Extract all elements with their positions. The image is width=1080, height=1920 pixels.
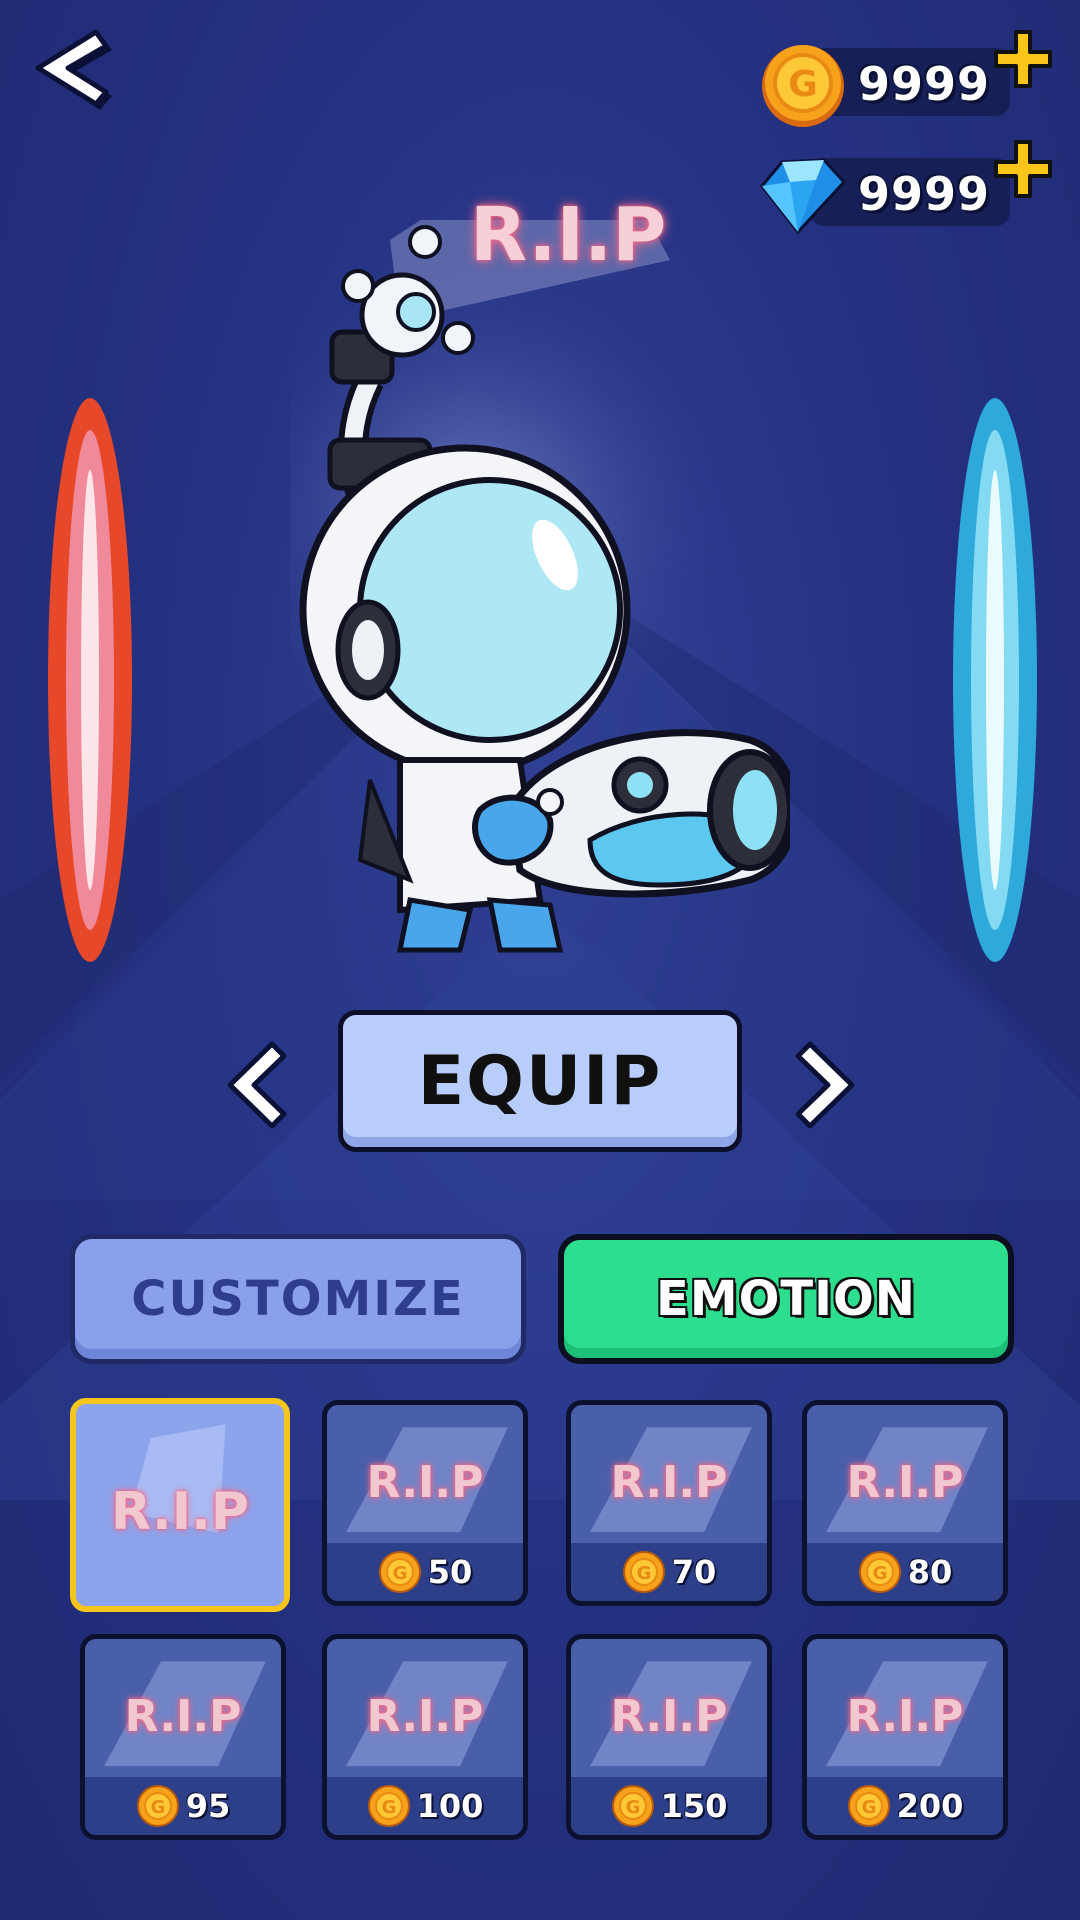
- price-tag: G 70: [571, 1543, 767, 1601]
- astronaut-character: [290, 220, 790, 953]
- gold-coin-icon: G: [611, 1785, 654, 1827]
- price-amount: 50: [427, 1553, 473, 1591]
- price-tag: G 80: [807, 1543, 1003, 1601]
- emotion-item-label: R.I.P: [846, 1691, 964, 1742]
- gold-coin-icon: G: [847, 1785, 890, 1827]
- emotion-preview-label: R.I.P: [470, 192, 667, 278]
- emotion-item[interactable]: R.I.P G 100: [322, 1634, 528, 1840]
- back-button[interactable]: [30, 28, 120, 118]
- price-amount: 200: [896, 1787, 964, 1825]
- svg-text:G: G: [636, 1563, 651, 1584]
- gem-amount: 9999: [858, 167, 991, 221]
- right-portal: [953, 398, 1037, 962]
- emotion-item[interactable]: R.I.P G 200: [802, 1634, 1008, 1840]
- next-character-button[interactable]: [792, 1040, 862, 1130]
- emotion-item[interactable]: R.I.P G 80: [802, 1400, 1008, 1606]
- equip-button[interactable]: EQUIP: [338, 1010, 742, 1152]
- left-portal: [48, 398, 132, 962]
- gold-coin-icon: G: [762, 45, 844, 127]
- price-tag: G 150: [571, 1777, 767, 1835]
- emotion-item-label: R.I.P: [124, 1691, 242, 1742]
- gold-coin-icon: G: [858, 1551, 901, 1593]
- tab-customize[interactable]: CUSTOMIZE: [70, 1234, 526, 1364]
- gold-coin-icon: G: [136, 1785, 179, 1827]
- gold-coin-icon: G: [622, 1551, 665, 1593]
- price-amount: 80: [907, 1553, 953, 1591]
- price-amount: 100: [416, 1787, 484, 1825]
- tab-emotion[interactable]: EMOTION: [558, 1234, 1014, 1364]
- add-coins-button[interactable]: [992, 28, 1054, 90]
- add-gems-button[interactable]: [992, 138, 1054, 200]
- gold-coin-icon: G: [367, 1785, 410, 1827]
- svg-text:G: G: [150, 1797, 165, 1818]
- price-amount: 95: [185, 1787, 231, 1825]
- emotion-item-label: R.I.P: [111, 1482, 249, 1542]
- tab-emotion-label: EMOTION: [656, 1271, 916, 1327]
- emotion-item[interactable]: R.I.P G 95: [80, 1634, 286, 1840]
- svg-text:G: G: [392, 1563, 407, 1584]
- emotion-item-label: R.I.P: [366, 1457, 484, 1508]
- svg-text:G: G: [861, 1797, 876, 1818]
- coin-amount: 9999: [858, 57, 991, 111]
- emotion-item[interactable]: R.I.P G 70: [566, 1400, 772, 1606]
- coin-counter: G 9999: [758, 30, 1052, 127]
- emotion-item-label: R.I.P: [610, 1457, 728, 1508]
- equip-button-label: EQUIP: [417, 1041, 663, 1121]
- svg-text:G: G: [381, 1797, 396, 1818]
- svg-text:G: G: [788, 64, 818, 105]
- svg-text:G: G: [625, 1797, 640, 1818]
- emotion-item[interactable]: R.I.P G 150: [566, 1634, 772, 1840]
- svg-text:G: G: [872, 1563, 887, 1584]
- price-tag: G 100: [327, 1777, 523, 1835]
- price-tag: G 200: [807, 1777, 1003, 1835]
- gold-coin-icon: G: [378, 1551, 421, 1593]
- back-arrow-icon: [35, 29, 112, 110]
- price-tag: G 95: [85, 1777, 281, 1835]
- price-amount: 70: [671, 1553, 717, 1591]
- previous-character-button[interactable]: [220, 1040, 290, 1130]
- tab-customize-label: CUSTOMIZE: [131, 1271, 465, 1327]
- gem-counter: 9999: [758, 140, 1052, 235]
- price-tag: G 50: [327, 1543, 523, 1601]
- emotion-item-label: R.I.P: [846, 1457, 964, 1508]
- emotion-item-selected[interactable]: R.I.P: [70, 1398, 290, 1612]
- emotion-item-label: R.I.P: [366, 1691, 484, 1742]
- emotion-item-label: R.I.P: [610, 1691, 728, 1742]
- emotion-item[interactable]: R.I.P G 50: [322, 1400, 528, 1606]
- price-amount: 150: [660, 1787, 728, 1825]
